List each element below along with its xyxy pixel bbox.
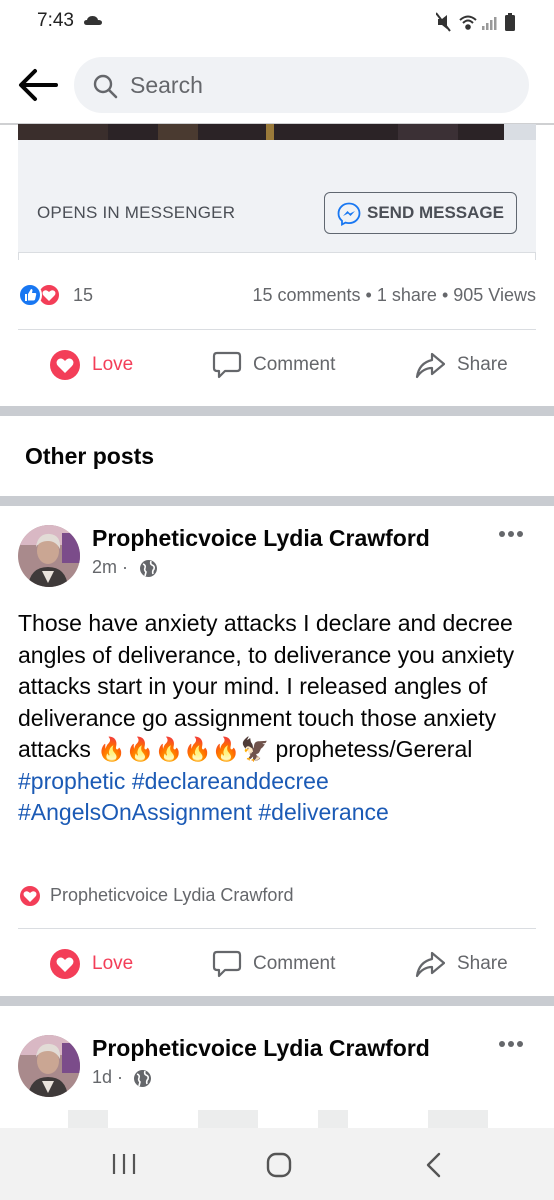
status-icons: [436, 12, 515, 32]
divider: [18, 329, 536, 330]
comments-count[interactable]: 15 comments: [252, 285, 360, 305]
comment-button[interactable]: Comment: [212, 931, 352, 997]
status-time: 7:43: [37, 10, 74, 31]
post-action-bar: Love Comment Share: [0, 332, 554, 398]
cloud-icon: [84, 16, 102, 25]
comment-icon: [212, 351, 242, 379]
send-message-label: SEND MESSAGE: [367, 203, 504, 222]
stats-separator: •: [441, 285, 449, 305]
send-message-button[interactable]: SEND MESSAGE: [324, 192, 517, 234]
love-filled-icon: [50, 350, 80, 380]
opens-in-messenger-label: OPENS IN MESSENGER: [37, 203, 236, 222]
globe-icon: [140, 560, 157, 577]
other-posts-heading: Other posts: [25, 443, 155, 469]
section-separator: [0, 496, 554, 506]
hashtag-link[interactable]: #prophetic: [18, 768, 125, 794]
love-label: Love: [92, 354, 134, 375]
stats-separator: •: [365, 285, 372, 305]
post-action-bar: Love Comment Share: [0, 931, 554, 997]
avatar[interactable]: [18, 525, 80, 587]
reaction-count: 15: [73, 285, 94, 305]
love-label: Love: [92, 953, 134, 974]
signal-icon: [482, 17, 497, 30]
app-header: Search: [0, 44, 554, 124]
love-button[interactable]: Love: [50, 931, 160, 997]
shares-count[interactable]: 1 share: [377, 285, 437, 305]
section-separator: [0, 996, 554, 1006]
more-options-icon[interactable]: [498, 529, 524, 539]
author-name[interactable]: Propheticvoice Lydia Crawford: [92, 525, 430, 552]
love-button[interactable]: Love: [50, 332, 160, 398]
back-icon[interactable]: [424, 1152, 444, 1178]
battery-icon: [505, 13, 515, 31]
reactions-summary[interactable]: 15 15 comments • 1 share • 905 Views: [18, 282, 536, 310]
hashtag-link[interactable]: #declareanddecree: [132, 768, 329, 794]
divider: [18, 928, 536, 929]
search-icon: [93, 74, 118, 99]
time-separator: ·: [122, 557, 129, 577]
wifi-icon: [459, 15, 477, 30]
loved-by-name: Propheticvoice Lydia Crawford: [50, 885, 294, 905]
globe-icon: [134, 1070, 151, 1087]
home-icon[interactable]: [265, 1151, 293, 1179]
post-time[interactable]: 2m ·: [92, 557, 128, 578]
share-label: Share: [457, 354, 508, 375]
share-label: Share: [457, 953, 508, 974]
status-bar: 7:43: [0, 0, 554, 44]
comment-button[interactable]: Comment: [212, 332, 352, 398]
section-separator: [0, 406, 554, 416]
like-reaction-icon: [18, 283, 42, 307]
back-arrow-icon[interactable]: [16, 66, 58, 104]
share-icon: [415, 352, 445, 379]
comment-label: Comment: [253, 354, 336, 375]
system-navigation-bar: [0, 1128, 554, 1200]
post-header: Propheticvoice Lydia Crawford 2m ·: [0, 525, 554, 595]
comment-label: Comment: [253, 953, 336, 974]
mute-icon: [436, 12, 451, 32]
shared-post-image[interactable]: [18, 124, 536, 140]
post-stats: 15 comments • 1 share • 905 Views: [252, 285, 536, 306]
post-time-value: 2m: [92, 557, 118, 577]
avatar[interactable]: [18, 1035, 80, 1097]
comment-icon: [212, 950, 242, 978]
post-header: Propheticvoice Lydia Crawford 1d ·: [0, 1035, 554, 1105]
views-count: 905 Views: [453, 285, 536, 305]
post-body-text: Those have anxiety attacks I declare and…: [18, 608, 538, 829]
hashtag-link[interactable]: #AngelsOnAssignment: [18, 799, 252, 825]
loved-by-summary[interactable]: Propheticvoice Lydia Crawford: [18, 882, 536, 908]
love-reaction-icon: [18, 884, 42, 908]
post-time[interactable]: 1d ·: [92, 1067, 123, 1088]
search-input[interactable]: Search: [74, 57, 529, 113]
post-time-value: 1d: [92, 1067, 113, 1087]
more-options-icon[interactable]: [498, 1039, 524, 1049]
share-button[interactable]: Share: [415, 931, 515, 997]
card-bottom-edge: [18, 252, 536, 260]
search-placeholder: Search: [130, 72, 203, 98]
share-icon: [415, 951, 445, 978]
shared-post-card: OPENS IN MESSENGER SEND MESSAGE: [18, 124, 536, 260]
love-filled-icon: [50, 949, 80, 979]
post-text: Those have anxiety attacks I declare and…: [18, 610, 515, 762]
recents-icon[interactable]: [110, 1152, 138, 1176]
messenger-icon: [337, 202, 361, 226]
time-separator: ·: [117, 1067, 124, 1087]
hashtag-link[interactable]: #deliverance: [258, 799, 388, 825]
messenger-panel: OPENS IN MESSENGER SEND MESSAGE: [18, 140, 536, 252]
author-name[interactable]: Propheticvoice Lydia Crawford: [92, 1035, 430, 1062]
share-button[interactable]: Share: [415, 332, 515, 398]
